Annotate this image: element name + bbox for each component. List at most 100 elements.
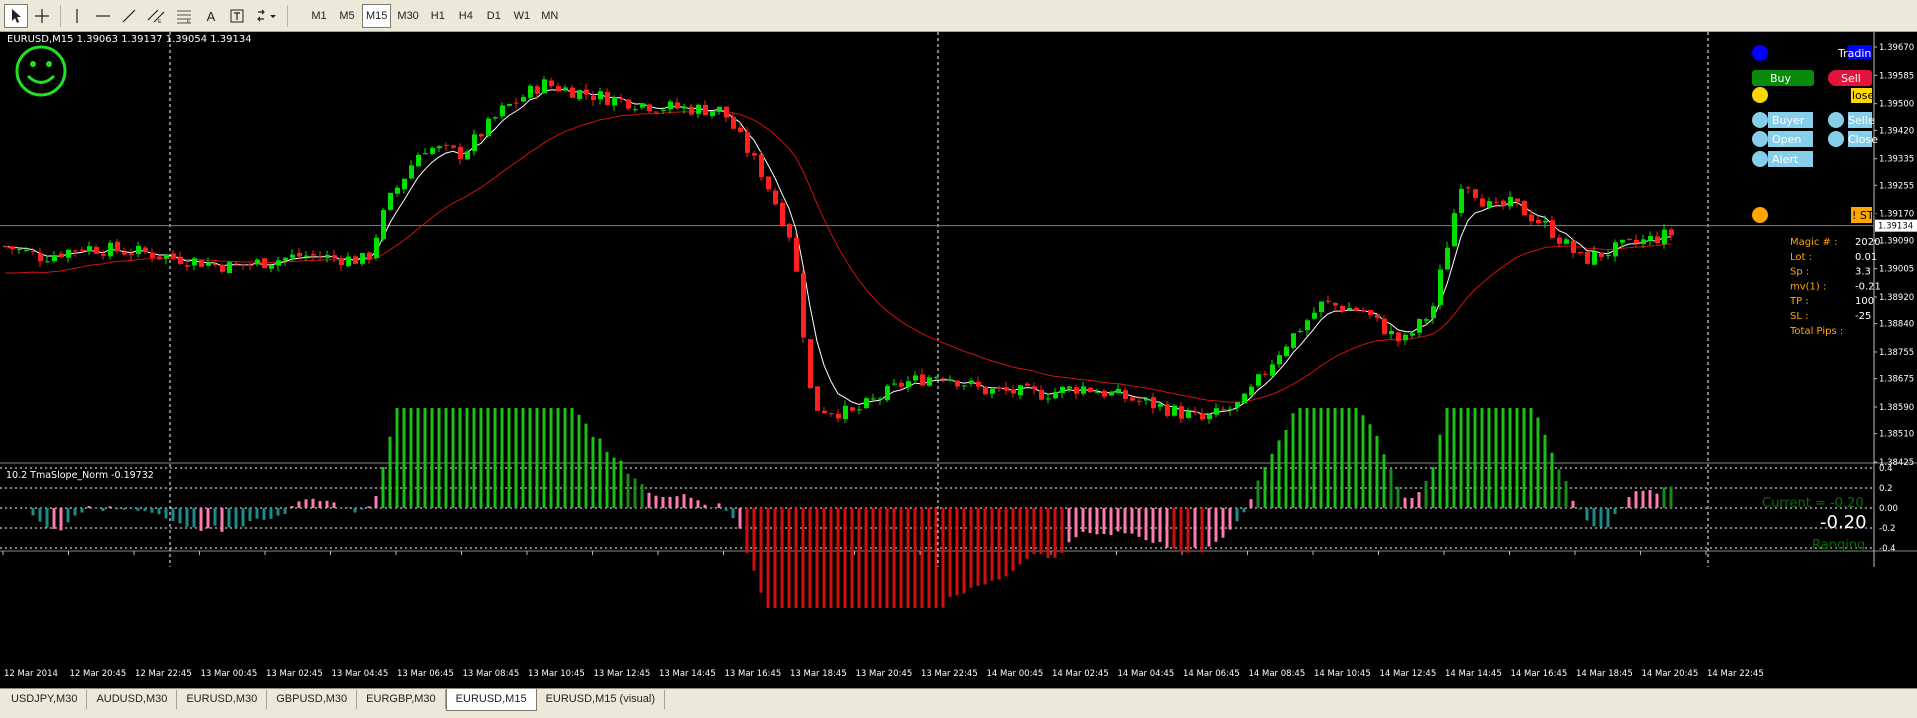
time-tick-label: 14 Mar 04:45 — [1118, 669, 1175, 679]
timeframe-mn[interactable]: MN — [537, 4, 563, 28]
bull-candle — [563, 87, 568, 91]
bull-candle — [892, 383, 897, 385]
bear-candle — [213, 263, 218, 265]
timeframe-m5[interactable]: M5 — [334, 4, 360, 28]
bear-candle — [941, 378, 946, 380]
bull-candle — [612, 97, 617, 106]
bull-candle — [878, 398, 883, 400]
bear-candle — [1025, 383, 1030, 386]
crosshair-tool-icon[interactable] — [30, 4, 54, 28]
bull-candle — [381, 210, 386, 239]
timeframe-w1[interactable]: W1 — [509, 4, 535, 28]
toolbar: E F A M1 M5 M15 M30 H1 H4 D1 W1 MN — [0, 0, 1917, 32]
open-dot-icon — [1752, 131, 1768, 147]
price-tick-label: 1.38590 — [1879, 403, 1914, 413]
chart-tab[interactable]: GBPUSD,M30 — [267, 690, 358, 709]
text-tool-icon[interactable]: A — [199, 4, 223, 28]
chart-tab[interactable]: EURUSD,M30 — [177, 690, 268, 709]
timeframe-d1[interactable]: D1 — [481, 4, 507, 28]
smiley-mouth — [26, 74, 56, 84]
equidistant-channel-tool-icon[interactable]: E — [143, 4, 169, 28]
time-tick-label: 14 Mar 18:45 — [1576, 669, 1633, 679]
bear-candle — [815, 386, 820, 411]
trendline-tool-icon[interactable] — [117, 4, 141, 28]
bull-candle — [1431, 306, 1436, 319]
bear-candle — [143, 247, 148, 253]
bull-candle — [1438, 269, 1443, 305]
alert-dot-icon — [1752, 151, 1768, 167]
bear-candle — [1354, 307, 1359, 311]
chart-tab[interactable]: USDJPY,M30 — [2, 690, 88, 709]
bull-candle — [206, 262, 211, 266]
bear-candle — [1326, 300, 1331, 302]
bull-candle — [269, 265, 274, 269]
chart-tab[interactable]: EURGBP,M30 — [357, 690, 446, 709]
bull-candle — [1445, 247, 1450, 270]
bear-candle — [248, 264, 253, 266]
vertical-line-tool-icon[interactable] — [65, 4, 89, 28]
time-tick-label: 14 Mar 16:45 — [1511, 669, 1568, 679]
bull-candle — [521, 97, 526, 102]
chart-area[interactable]: 1.39670 1.39585 1.39500 1.39420 1.39335 1.392… — [0, 32, 1917, 688]
chart-tab[interactable]: AUDUSD,M30 — [87, 690, 178, 709]
price-tick-label: 1.38920 — [1879, 293, 1914, 303]
bear-candle — [997, 387, 1002, 389]
price-tick-label: 1.39585 — [1879, 71, 1914, 81]
bull-candle — [1144, 398, 1149, 401]
bull-candle — [52, 255, 57, 262]
bear-candle — [983, 386, 988, 395]
bear-candle — [1627, 238, 1632, 240]
bear-candle — [1515, 198, 1520, 202]
svg-text:F: F — [187, 19, 190, 24]
bull-candle — [1592, 251, 1597, 265]
bear-candle — [1340, 306, 1345, 312]
chart-tab[interactable]: EURUSD,M15 — [445, 689, 537, 711]
bear-candle — [850, 407, 855, 411]
bear-candle — [556, 86, 561, 92]
bull-candle — [255, 259, 260, 265]
bear-candle — [549, 80, 554, 87]
text-label-tool-icon[interactable] — [225, 4, 249, 28]
timeframe-h1[interactable]: H1 — [425, 4, 451, 28]
time-tick-label: 12 Mar 20:45 — [70, 669, 127, 679]
timeframe-m1[interactable]: M1 — [306, 4, 332, 28]
axes: 1.39670 1.39585 1.39500 1.39420 1.39335 1.392… — [2, 43, 1917, 679]
bull-candle — [276, 260, 281, 266]
bear-candle — [234, 263, 239, 265]
bear-candle — [1529, 214, 1534, 222]
bull-candle — [1256, 374, 1261, 386]
timeframe-m15[interactable]: M15 — [362, 4, 392, 28]
bull-candle — [493, 117, 498, 119]
bear-candle — [1361, 310, 1366, 312]
bear-candle — [1375, 314, 1380, 318]
bear-candle — [1522, 200, 1527, 216]
cursor-tool-icon[interactable] — [4, 4, 28, 28]
price-tick-label: 1.39255 — [1879, 181, 1914, 191]
bull-candle — [1277, 355, 1282, 365]
horizontal-line-tool-icon[interactable] — [91, 4, 115, 28]
close2-label: Close — [1848, 133, 1878, 146]
bear-candle — [1151, 397, 1156, 409]
arrows-tool-icon[interactable] — [251, 4, 281, 28]
bear-candle — [1333, 302, 1338, 306]
price-tick-label: 1.38510 — [1879, 430, 1914, 440]
bear-candle — [626, 99, 631, 109]
chart-grid — [0, 32, 1917, 567]
text-tool-label: A — [206, 8, 216, 24]
time-tick-label: 14 Mar 08:45 — [1249, 669, 1306, 679]
chart-tab[interactable]: EURUSD,M15 (visual) — [537, 690, 665, 709]
bear-candle — [1557, 237, 1562, 244]
fibonacci-tool-icon[interactable]: F — [171, 4, 197, 28]
timeframe-m30[interactable]: M30 — [393, 4, 422, 28]
bear-candle — [1550, 220, 1555, 238]
price-tick-label: 1.39005 — [1879, 265, 1914, 275]
time-tick-label: 13 Mar 00:45 — [201, 669, 258, 679]
bear-candle — [451, 145, 456, 148]
bear-candle — [101, 254, 106, 256]
bear-candle — [584, 89, 589, 95]
timeframe-h4[interactable]: H4 — [453, 4, 479, 28]
chart-canvas[interactable]: 1.39670 1.39585 1.39500 1.39420 1.39335 1.392… — [0, 32, 1917, 688]
bull-candle — [843, 405, 848, 420]
info-row-label: Total Pips : — [1789, 326, 1843, 337]
bear-candle — [1039, 389, 1044, 400]
